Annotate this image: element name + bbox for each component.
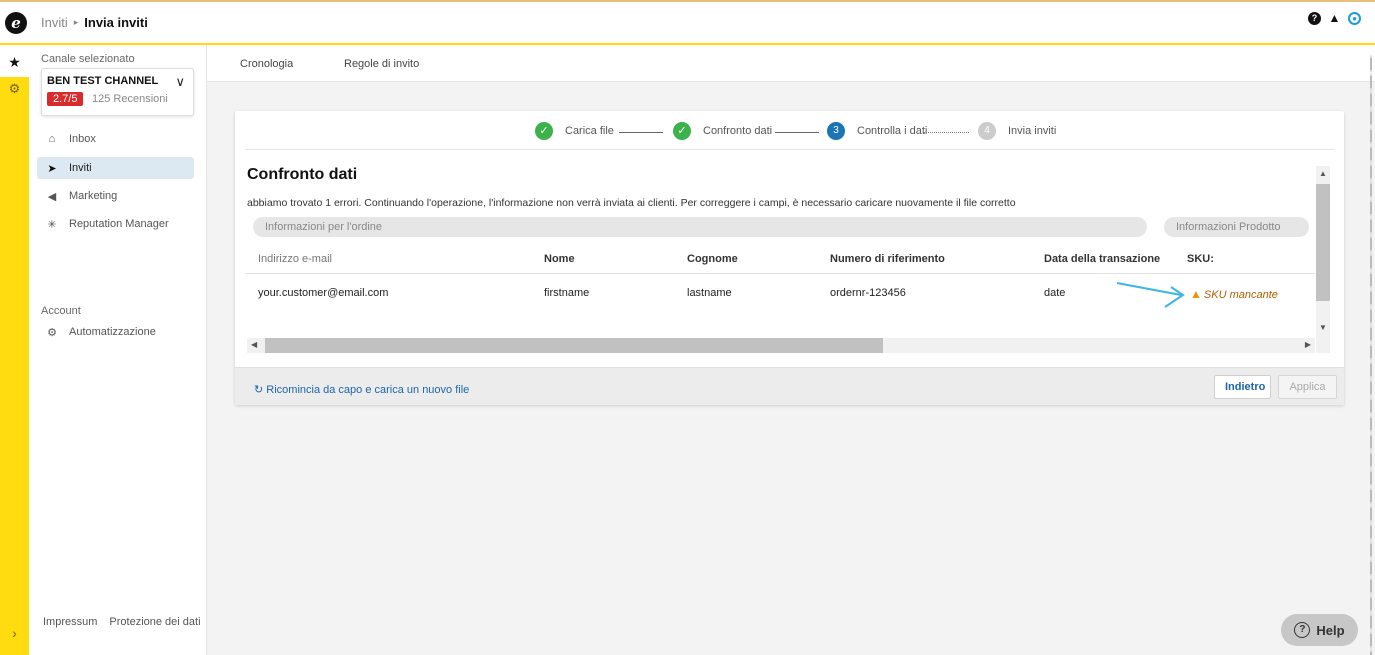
apply-button[interactable]: Applica bbox=[1278, 375, 1337, 399]
privacy-link[interactable]: Protezione dei dati bbox=[109, 616, 200, 628]
cell-nome: firstname bbox=[544, 287, 590, 299]
step-label: Invia inviti bbox=[1008, 125, 1057, 137]
warning-icon: ▲ bbox=[1190, 287, 1202, 301]
step-connector bbox=[775, 132, 819, 133]
cell-sku-missing: ▲ SKU mancante bbox=[1190, 287, 1278, 301]
reviews-count: 125 Recensioni bbox=[92, 93, 168, 105]
sku-missing-text: SKU mancante bbox=[1203, 289, 1278, 301]
group-order-info: Informazioni per l'ordine bbox=[253, 217, 1147, 237]
breadcrumb: Inviti ▸ Invia inviti bbox=[41, 15, 148, 30]
column-sku: SKU: bbox=[1187, 253, 1214, 265]
step-confronto-dati: ✓ Confronto dati bbox=[673, 122, 772, 140]
step-connector-dotted bbox=[923, 132, 969, 133]
restart-link-label: Ricomincia da capo e carica un nuovo fil… bbox=[266, 384, 470, 396]
step-connector bbox=[619, 132, 663, 133]
inbox-icon: ⌂ bbox=[48, 133, 56, 145]
breadcrumb-separator-icon: ▸ bbox=[73, 17, 79, 27]
refresh-icon: ↻ bbox=[254, 384, 264, 396]
column-nome: Nome bbox=[544, 253, 575, 265]
page-tabs: Cronologia Regole di invito bbox=[207, 45, 1375, 82]
help-circle-icon[interactable]: ? bbox=[1308, 12, 1321, 25]
step-number-icon: 4 bbox=[978, 122, 996, 140]
sidebar-item-label: Inbox bbox=[69, 133, 96, 145]
trusted-shops-logo-icon[interactable]: e bbox=[5, 11, 27, 34]
step-invia-inviti: 4 Invia inviti bbox=[978, 122, 1056, 140]
card-footer: ↻ Ricomincia da capo e carica un nuovo f… bbox=[235, 367, 1344, 405]
data-comparison-card: ✓ Carica file ✓ Confronto dati 3 Control… bbox=[235, 111, 1344, 405]
tab-cronologia[interactable]: Cronologia bbox=[240, 58, 293, 70]
sidebar-item-label: Reputation Manager bbox=[69, 218, 169, 230]
scroll-right-icon[interactable]: ▶ bbox=[1305, 340, 1311, 349]
table-divider bbox=[245, 273, 1315, 274]
sidebar-footer: Impressum Protezione dei dati bbox=[43, 616, 201, 628]
vertical-scroll-thumb[interactable] bbox=[1316, 184, 1330, 301]
help-button-label: Help bbox=[1316, 622, 1345, 638]
sidebar-item-automatizzazione[interactable]: ⚙ Automatizzazione bbox=[37, 321, 194, 343]
column-data-transazione: Data della transazione bbox=[1044, 253, 1161, 265]
help-circle-icon: ? bbox=[1294, 622, 1311, 638]
page-edge-decoration bbox=[1370, 55, 1372, 655]
step-controlla-i-dati: 3 Controlla i dati bbox=[827, 122, 927, 140]
breadcrumb-current: Invia inviti bbox=[84, 15, 148, 30]
cell-cognome: lastname bbox=[687, 287, 732, 299]
step-label: Controlla i dati bbox=[857, 125, 928, 137]
cell-data: date bbox=[1044, 287, 1066, 299]
sparkle-icon: ✳ bbox=[47, 218, 57, 231]
check-icon: ✓ bbox=[673, 122, 691, 140]
user-account-icon[interactable]: ● bbox=[1348, 12, 1361, 25]
sidebar-item-inviti[interactable]: ➤ Inviti bbox=[37, 157, 194, 179]
automation-gear-icon: ⚙ bbox=[47, 326, 57, 339]
column-email: Indirizzo e-mail bbox=[258, 253, 332, 265]
paper-plane-icon: ➤ bbox=[47, 162, 57, 175]
megaphone-icon: ◀ bbox=[47, 190, 57, 203]
channel-label: Canale selezionato bbox=[41, 53, 135, 65]
annotation-arrow-icon bbox=[1116, 282, 1185, 308]
channel-selector[interactable]: BEN TEST CHANNEL ∨ 2.7/5 125 Recensioni bbox=[41, 68, 194, 116]
error-description: abbiamo trovato 1 errori. Continuando l'… bbox=[247, 197, 1016, 209]
step-label: Confronto dati bbox=[703, 125, 773, 137]
help-button[interactable]: ? Help bbox=[1281, 614, 1358, 646]
star-icon[interactable]: ★ bbox=[0, 45, 29, 77]
stepper: ✓ Carica file ✓ Confronto dati 3 Control… bbox=[235, 111, 1344, 149]
check-icon: ✓ bbox=[535, 122, 553, 140]
sidebar: Canale selezionato BEN TEST CHANNEL ∨ 2.… bbox=[29, 45, 207, 655]
step-label: Carica file bbox=[565, 125, 614, 137]
sidebar-item-label: Automatizzazione bbox=[69, 326, 156, 338]
sidebar-item-inbox[interactable]: ⌂ Inbox bbox=[37, 128, 194, 150]
scroll-up-icon[interactable]: ▲ bbox=[1316, 169, 1330, 178]
group-product-info: Informazioni Prodotto bbox=[1164, 217, 1309, 237]
horizontal-scroll-thumb[interactable] bbox=[265, 338, 883, 353]
step-carica-file: ✓ Carica file bbox=[535, 122, 614, 140]
expand-sidebar-icon[interactable]: › bbox=[0, 625, 29, 641]
column-riferimento: Numero di riferimento bbox=[830, 253, 945, 265]
vertical-scrollbar[interactable]: ▲ ▼ bbox=[1316, 166, 1330, 353]
card-title: Confronto dati bbox=[247, 166, 358, 183]
sidebar-item-label: Inviti bbox=[69, 162, 92, 174]
cell-email: your.customer@email.com bbox=[258, 287, 389, 299]
sidebar-item-reputation-manager[interactable]: ✳ Reputation Manager bbox=[37, 213, 194, 235]
bell-icon[interactable]: ▲ bbox=[1328, 12, 1341, 25]
scroll-left-icon[interactable]: ◀ bbox=[251, 340, 257, 349]
restart-upload-link[interactable]: ↻ Ricomincia da capo e carica un nuovo f… bbox=[254, 383, 469, 396]
header-actions: ? ▲ ● bbox=[1308, 12, 1361, 25]
horizontal-scrollbar[interactable]: ◀ ▶ bbox=[247, 338, 1315, 353]
sidebar-item-marketing[interactable]: ◀ Marketing bbox=[37, 185, 194, 207]
channel-name: BEN TEST CHANNEL bbox=[47, 75, 159, 87]
top-header: e Inviti ▸ Invia inviti ? ▲ ● bbox=[0, 0, 1375, 45]
chevron-down-icon: ∨ bbox=[175, 74, 185, 89]
rating-badge: 2.7/5 bbox=[47, 92, 84, 106]
app-rail: ★ ⚙ › bbox=[0, 45, 29, 655]
sidebar-item-label: Marketing bbox=[69, 190, 118, 202]
scroll-down-icon[interactable]: ▼ bbox=[1316, 323, 1330, 332]
step-number-icon: 3 bbox=[827, 122, 845, 140]
tab-regole-di-invito[interactable]: Regole di invito bbox=[344, 58, 419, 70]
divider bbox=[245, 149, 1334, 150]
cell-riferimento: ordernr-123456 bbox=[830, 287, 906, 299]
column-cognome: Cognome bbox=[687, 253, 738, 265]
gear-icon[interactable]: ⚙ bbox=[0, 81, 29, 97]
breadcrumb-root-link[interactable]: Inviti bbox=[41, 15, 68, 30]
impressum-link[interactable]: Impressum bbox=[43, 616, 97, 628]
account-section-label: Account bbox=[41, 305, 81, 317]
back-button[interactable]: Indietro bbox=[1214, 375, 1271, 399]
